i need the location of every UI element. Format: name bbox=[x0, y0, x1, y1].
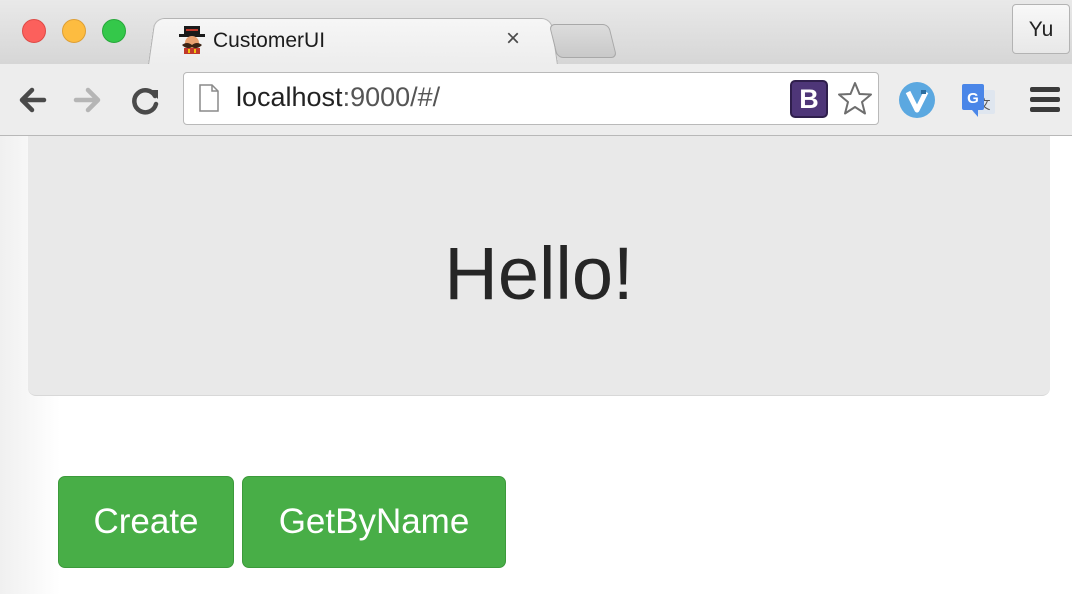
bootstrap-extension-icon[interactable]: B bbox=[790, 80, 828, 118]
jumbotron: Hello! bbox=[28, 136, 1050, 396]
google-translate-icon[interactable]: 文 G bbox=[958, 80, 998, 120]
new-tab-button[interactable] bbox=[548, 24, 618, 58]
vimium-extension-icon[interactable] bbox=[897, 80, 937, 120]
address-bar[interactable]: localhost:9000/#/ B bbox=[183, 72, 879, 125]
window-minimize-button[interactable] bbox=[62, 19, 86, 43]
tab-content: CustomerUI × bbox=[176, 22, 536, 58]
browser-window: CustomerUI × Yu localhost:9000/#/ B G He… bbox=[0, 0, 1072, 594]
tab-title: CustomerUI bbox=[213, 29, 326, 52]
tab-strip: CustomerUI × Yu bbox=[0, 0, 1072, 65]
profile-button[interactable]: Yu bbox=[1012, 4, 1070, 54]
jumbotron-heading: Hello! bbox=[444, 232, 634, 315]
yeoman-favicon-icon bbox=[179, 26, 205, 54]
window-maximize-button[interactable] bbox=[102, 19, 126, 43]
bookmark-star-icon[interactable] bbox=[836, 80, 874, 118]
page-viewport: Hello! Create GetByName bbox=[0, 136, 1072, 594]
url-text[interactable]: localhost:9000/#/ bbox=[236, 82, 440, 113]
page-icon bbox=[199, 84, 219, 112]
window-close-button[interactable] bbox=[22, 19, 46, 43]
forward-arrow-icon[interactable] bbox=[70, 84, 106, 116]
back-arrow-icon[interactable] bbox=[14, 84, 50, 116]
url-path: :9000/#/ bbox=[342, 82, 441, 112]
browser-toolbar: localhost:9000/#/ B 文 G bbox=[0, 64, 1072, 136]
tab-close-icon[interactable]: × bbox=[506, 27, 520, 51]
reload-icon[interactable] bbox=[128, 84, 164, 116]
chrome-menu-icon[interactable] bbox=[1028, 82, 1062, 118]
create-button[interactable]: Create bbox=[58, 476, 234, 568]
get-by-name-button[interactable]: GetByName bbox=[242, 476, 506, 568]
url-host: localhost bbox=[236, 82, 343, 112]
svg-text:G: G bbox=[967, 90, 979, 107]
